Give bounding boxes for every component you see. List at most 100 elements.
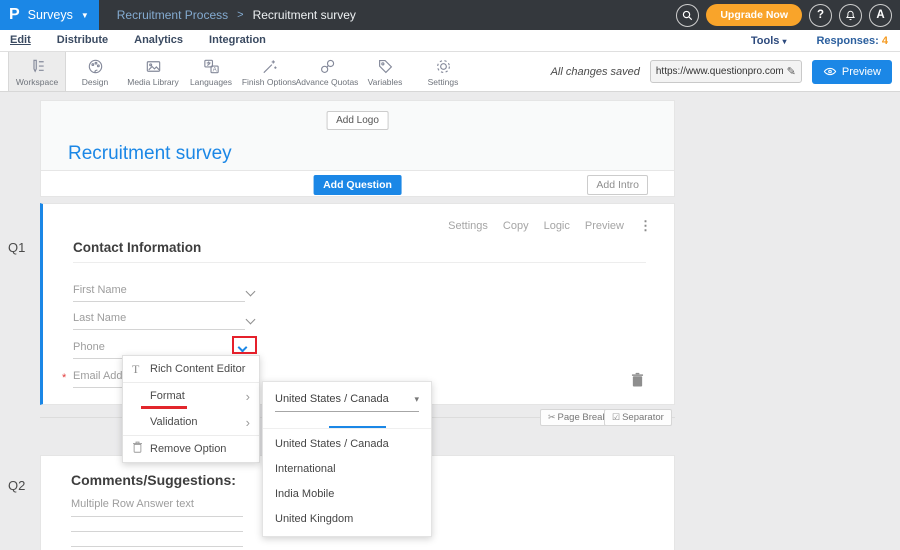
toolbar-item-design[interactable]: Design bbox=[66, 52, 124, 91]
quota-links-icon bbox=[318, 57, 337, 76]
question2-label: Q2 bbox=[8, 478, 25, 493]
top-header: P Surveys ▼ Recruitment Process > Recrui… bbox=[0, 0, 900, 30]
upgrade-now-button[interactable]: Upgrade Now bbox=[706, 4, 802, 26]
account-avatar[interactable]: A bbox=[869, 4, 892, 27]
toolbar-item-label: Settings bbox=[428, 77, 459, 87]
toolbar-item-label: Languages bbox=[190, 77, 232, 87]
tab-distribute[interactable]: Distribute bbox=[57, 34, 108, 47]
survey-header-card: Add Logo Recruitment survey Add Question… bbox=[40, 100, 675, 197]
tools-label: Tools bbox=[751, 35, 780, 47]
format-option-united-kingdom[interactable]: United Kingdom bbox=[263, 507, 431, 532]
tab-edit[interactable]: Edit bbox=[10, 34, 31, 47]
answer-row-line[interactable] bbox=[71, 531, 243, 532]
chevron-down-icon[interactable] bbox=[246, 287, 256, 297]
chevron-down-icon[interactable] bbox=[246, 315, 256, 325]
gear-icon bbox=[434, 57, 453, 76]
bell-icon bbox=[844, 9, 857, 22]
menu-item-label: Validation bbox=[150, 416, 246, 428]
format-option-us-canada[interactable]: United States / Canada bbox=[263, 432, 431, 457]
search-icon bbox=[681, 9, 694, 22]
annotation-red-box bbox=[232, 336, 257, 354]
search-button[interactable] bbox=[676, 4, 699, 27]
checkbox-icon: ☑ bbox=[612, 412, 620, 422]
question2-title[interactable]: Comments/Suggestions: bbox=[71, 472, 236, 488]
delete-question-button[interactable] bbox=[631, 372, 644, 392]
toolbar-item-media-library[interactable]: Media Library bbox=[124, 52, 182, 91]
scissors-icon: ✂ bbox=[548, 412, 556, 422]
palette-icon bbox=[86, 57, 105, 76]
question1-actions: Settings Copy Logic Preview ⋮ bbox=[448, 218, 652, 234]
question1-label: Q1 bbox=[8, 240, 25, 255]
notifications-button[interactable] bbox=[839, 4, 862, 27]
breadcrumb-current: Recruitment survey bbox=[253, 8, 356, 22]
preview-button[interactable]: Preview bbox=[812, 60, 892, 84]
required-asterisk: * bbox=[62, 372, 66, 384]
tab-integration[interactable]: Integration bbox=[209, 34, 266, 47]
format-select-dropdown[interactable]: United States / Canada ▾ bbox=[275, 393, 419, 412]
toolbar-item-settings[interactable]: Settings bbox=[414, 52, 472, 91]
menu-item-label: Rich Content Editor bbox=[150, 363, 250, 375]
tools-menu[interactable]: Tools ▾ bbox=[751, 35, 787, 47]
row-options-context-menu: T Rich Content Editor Format › Validatio… bbox=[122, 355, 260, 463]
toolbar-item-languages[interactable]: A Languages bbox=[182, 52, 240, 91]
add-logo-button[interactable]: Add Logo bbox=[326, 111, 389, 130]
separator-label: Separator bbox=[622, 412, 664, 423]
question-mark-icon: ? bbox=[817, 9, 824, 21]
menu-item-format[interactable]: Format › bbox=[123, 383, 259, 409]
survey-url-value: https://www.questionpro.com/t/APNrFZ bbox=[656, 66, 783, 77]
submenu-accent-bar bbox=[329, 426, 386, 428]
add-intro-button[interactable]: Add Intro bbox=[587, 175, 648, 195]
questionpro-logo: P bbox=[9, 7, 20, 23]
answer-row-line[interactable] bbox=[71, 546, 243, 547]
breadcrumb: Recruitment Process > Recruitment survey bbox=[117, 8, 356, 22]
question1-title[interactable]: Contact Information bbox=[73, 240, 201, 255]
field-first-name[interactable]: First Name bbox=[73, 284, 245, 302]
preview-label: Preview bbox=[842, 66, 881, 78]
toolbar-item-label: Finish Options bbox=[242, 77, 296, 87]
breadcrumb-parent-link[interactable]: Recruitment Process bbox=[117, 8, 228, 22]
multi-row-answer-field[interactable]: Multiple Row Answer text bbox=[71, 498, 243, 517]
format-option-india-mobile[interactable]: India Mobile bbox=[263, 482, 431, 507]
avatar-initial: A bbox=[876, 9, 884, 21]
question1-title-divider bbox=[73, 262, 646, 263]
survey-url-field[interactable]: https://www.questionpro.com/t/APNrFZ ✎ bbox=[650, 60, 802, 83]
responses-link[interactable]: Responses: 4 bbox=[816, 35, 888, 47]
menu-item-remove-option[interactable]: Remove Option bbox=[123, 436, 259, 462]
survey-nav: Edit Distribute Analytics Integration To… bbox=[0, 30, 900, 52]
menu-item-rich-content-editor[interactable]: T Rich Content Editor bbox=[123, 356, 259, 382]
page-break-label: Page Break bbox=[558, 412, 608, 423]
edit-url-icon[interactable]: ✎ bbox=[787, 65, 796, 78]
question-preview-link[interactable]: Preview bbox=[585, 220, 624, 232]
responses-count: 4 bbox=[882, 35, 888, 47]
submenu-arrow-icon: › bbox=[246, 415, 250, 430]
question-copy-link[interactable]: Copy bbox=[503, 220, 529, 232]
add-question-button[interactable]: Add Question bbox=[313, 175, 402, 195]
toolbar-item-label: Workspace bbox=[16, 77, 58, 87]
survey-action-band: Add Question Add Intro bbox=[41, 170, 674, 196]
separator-button[interactable]: ☑Separator bbox=[604, 409, 672, 426]
question-logic-link[interactable]: Logic bbox=[544, 220, 570, 232]
question-settings-link[interactable]: Settings bbox=[448, 220, 488, 232]
menu-item-validation[interactable]: Validation › bbox=[123, 409, 259, 435]
toolbar-item-variables[interactable]: Variables bbox=[356, 52, 414, 91]
format-selected-value: United States / Canada bbox=[275, 393, 389, 405]
trash-icon bbox=[132, 441, 150, 457]
survey-title[interactable]: Recruitment survey bbox=[68, 143, 232, 165]
submenu-arrow-icon: › bbox=[246, 389, 250, 404]
toolbar-item-workspace[interactable]: Workspace bbox=[8, 52, 66, 91]
menu-item-label: Remove Option bbox=[150, 443, 250, 455]
responses-label: Responses: bbox=[816, 35, 878, 47]
questionpro-app: P Surveys ▼ Recruitment Process > Recrui… bbox=[0, 0, 900, 550]
toolbar-item-finish-options[interactable]: Finish Options bbox=[240, 52, 298, 91]
save-status: All changes saved bbox=[551, 66, 640, 78]
help-button[interactable]: ? bbox=[809, 4, 832, 27]
format-option-international[interactable]: International bbox=[263, 457, 431, 482]
more-options-icon[interactable]: ⋮ bbox=[639, 218, 652, 234]
tab-analytics[interactable]: Analytics bbox=[134, 34, 183, 47]
toolbar-item-advance-quotas[interactable]: Advance Quotas bbox=[298, 52, 356, 91]
menu-item-label: Format bbox=[150, 390, 246, 402]
wand-icon bbox=[260, 57, 279, 76]
field-last-name[interactable]: Last Name bbox=[73, 312, 245, 330]
surveys-product-menu[interactable]: P Surveys ▼ bbox=[0, 0, 99, 30]
translate-icon: A bbox=[202, 57, 221, 76]
